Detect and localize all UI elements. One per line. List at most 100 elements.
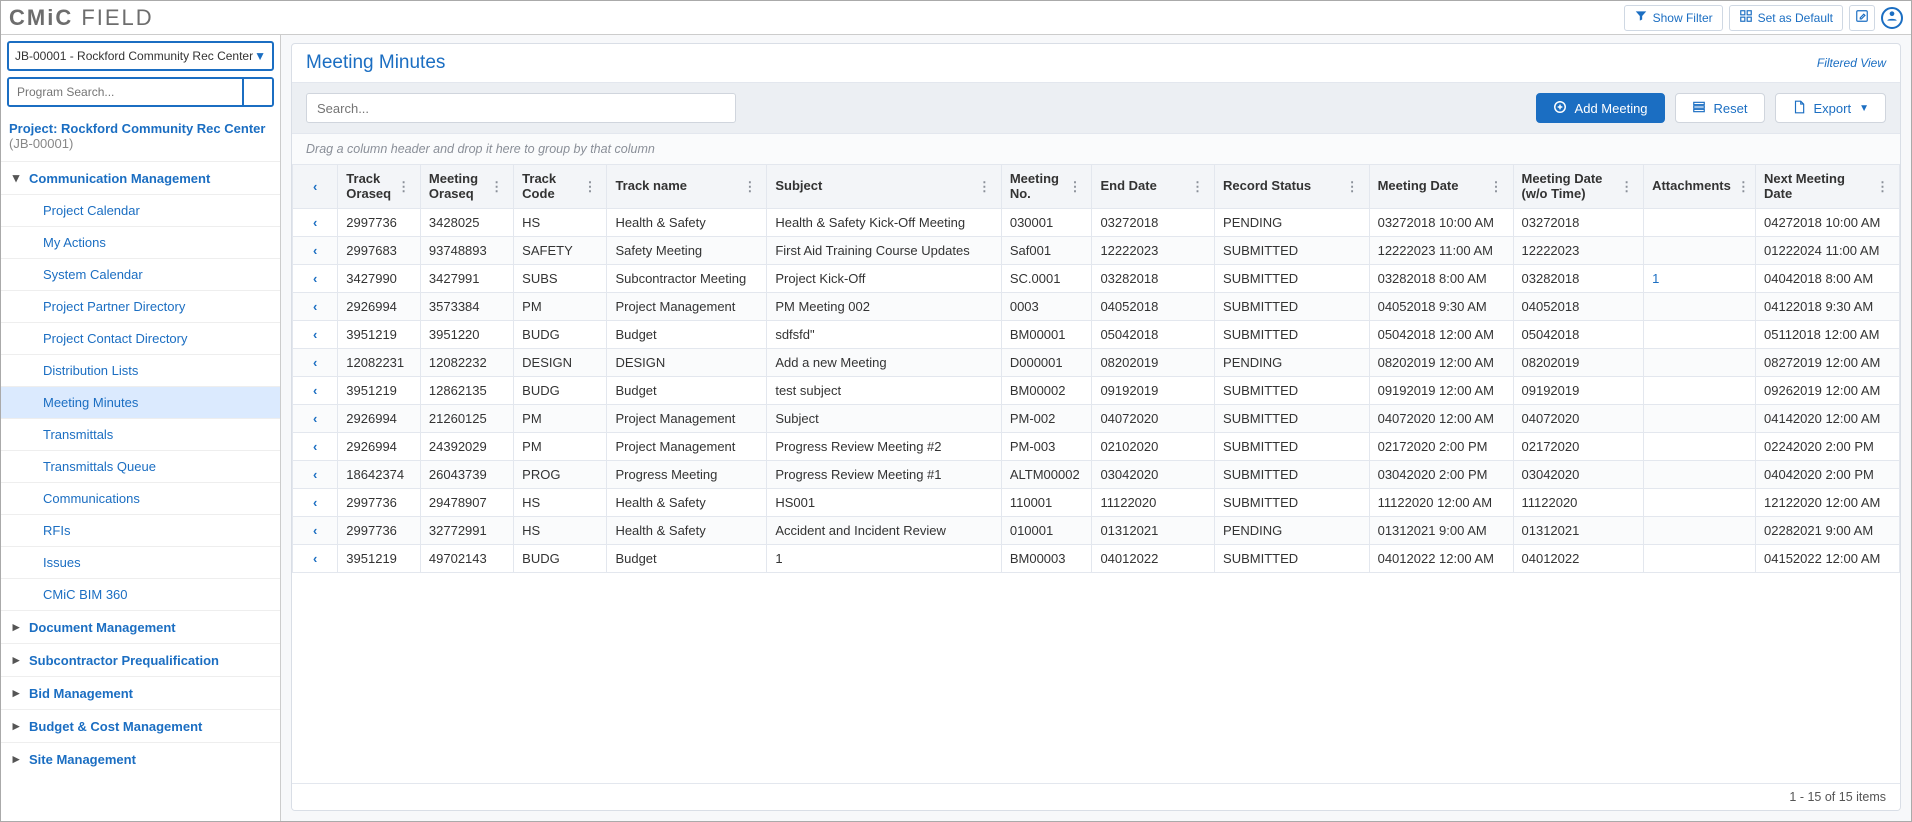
column-header[interactable]: Meeting Date (w/o Time)⋮ [1513, 165, 1644, 209]
export-icon [1792, 100, 1806, 117]
cell-end_date: 02102020 [1092, 433, 1215, 461]
expander-header[interactable]: ‹ [293, 165, 338, 209]
sidebar-item[interactable]: CMiC BIM 360 [1, 578, 280, 610]
table-row[interactable]: ‹299773629478907HSHealth & SafetyHS00111… [293, 489, 1900, 517]
sidebar-item[interactable]: System Calendar [1, 258, 280, 290]
table-row[interactable]: ‹1864237426043739PROGProgress MeetingPro… [293, 461, 1900, 489]
group-by-hint[interactable]: Drag a column header and drop it here to… [292, 134, 1900, 164]
column-menu-icon[interactable]: ⋮ [1618, 179, 1635, 195]
table-row[interactable]: ‹1208223112082232DESIGNDESIGNAdd a new M… [293, 349, 1900, 377]
sidebar-item[interactable]: RFIs [1, 514, 280, 546]
cell-end_date: 04072020 [1092, 405, 1215, 433]
column-header[interactable]: Record Status⋮ [1215, 165, 1370, 209]
table-row[interactable]: ‹34279903427991SUBSSubcontractor Meeting… [293, 265, 1900, 293]
grid-icon [1739, 9, 1753, 26]
reset-button[interactable]: Reset [1675, 93, 1765, 123]
export-button[interactable]: Export ▼ [1775, 93, 1886, 123]
cell-subject: sdfsfd" [767, 321, 1002, 349]
chevron-left-icon[interactable]: ‹ [313, 411, 317, 426]
chevron-left-icon[interactable]: ‹ [313, 495, 317, 510]
chevron-left-icon[interactable]: ‹ [313, 299, 317, 314]
sidebar-item[interactable]: Distribution Lists [1, 354, 280, 386]
sidebar-item[interactable]: Meeting Minutes [1, 386, 280, 418]
program-search-input[interactable] [9, 79, 242, 105]
program-search-settings-button[interactable] [242, 79, 272, 105]
cell-track_code: PM [514, 433, 607, 461]
table-row[interactable]: ‹292699424392029PMProject ManagementProg… [293, 433, 1900, 461]
column-header[interactable]: Next Meeting Date⋮ [1756, 165, 1900, 209]
cell-meeting_oraseq: 49702143 [420, 545, 513, 573]
project-select[interactable]: JB-00001 - Rockford Community Rec Center… [7, 41, 274, 71]
column-menu-icon[interactable]: ⋮ [1066, 179, 1083, 195]
table-row[interactable]: ‹292699421260125PMProject ManagementSubj… [293, 405, 1900, 433]
column-header-label: Meeting Oraseq [429, 172, 484, 202]
table-row[interactable]: ‹395121912862135BUDGBudgettest subjectBM… [293, 377, 1900, 405]
chevron-left-icon[interactable]: ‹ [313, 523, 317, 538]
column-menu-icon[interactable]: ⋮ [1488, 179, 1505, 195]
column-menu-icon[interactable]: ⋮ [1344, 179, 1361, 195]
column-menu-icon[interactable]: ⋮ [581, 179, 598, 195]
sidebar-section[interactable]: ▸Subcontractor Prequalification [1, 643, 280, 676]
sidebar-item[interactable]: Project Calendar [1, 194, 280, 226]
sidebar-item[interactable]: Transmittals [1, 418, 280, 450]
show-filter-button[interactable]: Show Filter [1624, 5, 1723, 31]
column-header[interactable]: Track Oraseq⋮ [338, 165, 421, 209]
chevron-left-icon[interactable]: ‹ [313, 551, 317, 566]
column-header[interactable]: Track name⋮ [607, 165, 767, 209]
add-meeting-button[interactable]: Add Meeting [1536, 93, 1665, 123]
column-menu-icon[interactable]: ⋮ [976, 179, 993, 195]
sidebar-item[interactable]: My Actions [1, 226, 280, 258]
sidebar-item[interactable]: Project Contact Directory [1, 322, 280, 354]
table-row[interactable]: ‹395121949702143BUDGBudget1BM00003040120… [293, 545, 1900, 573]
column-header[interactable]: Meeting Date⋮ [1369, 165, 1513, 209]
chevron-left-icon[interactable]: ‹ [313, 215, 317, 230]
column-header[interactable]: Attachments⋮ [1644, 165, 1756, 209]
column-header[interactable]: End Date⋮ [1092, 165, 1215, 209]
sidebar-item[interactable]: Issues [1, 546, 280, 578]
edit-button[interactable] [1849, 5, 1875, 31]
cell-end_date: 03282018 [1092, 265, 1215, 293]
cell-track_name: Health & Safety [607, 489, 767, 517]
sidebar-section[interactable]: ▸Site Management [1, 742, 280, 775]
sidebar-item-label: Project Partner Directory [43, 299, 185, 314]
sidebar-section[interactable]: ▸Bid Management [1, 676, 280, 709]
chevron-left-icon[interactable]: ‹ [313, 467, 317, 482]
chevron-left-icon[interactable]: ‹ [313, 271, 317, 286]
column-header[interactable]: Meeting Oraseq⋮ [420, 165, 513, 209]
triangle-right-icon: ▸ [11, 652, 21, 668]
table-row[interactable]: ‹29269943573384PMProject ManagementPM Me… [293, 293, 1900, 321]
set-default-button[interactable]: Set as Default [1729, 5, 1843, 31]
cell-record_status: SUBMITTED [1215, 489, 1370, 517]
project-breadcrumb[interactable]: Project: Rockford Community Rec Center (… [1, 113, 280, 161]
column-menu-icon[interactable]: ⋮ [395, 179, 412, 195]
chevron-left-icon[interactable]: ‹ [313, 383, 317, 398]
chevron-left-icon[interactable]: ‹ [313, 439, 317, 454]
sidebar-section[interactable]: ▸Budget & Cost Management [1, 709, 280, 742]
sidebar-section[interactable]: ▾Communication Management [1, 161, 280, 194]
column-menu-icon[interactable]: ⋮ [1189, 179, 1206, 195]
column-header[interactable]: Track Code⋮ [514, 165, 607, 209]
chevron-left-icon[interactable]: ‹ [313, 355, 317, 370]
cell-attachments[interactable]: 1 [1644, 265, 1756, 293]
chevron-left-icon[interactable]: ‹ [313, 243, 317, 258]
user-menu-button[interactable] [1881, 7, 1903, 29]
cell-track_code: BUDG [514, 377, 607, 405]
sidebar-item[interactable]: Project Partner Directory [1, 290, 280, 322]
sidebar-section[interactable]: ▸Document Management [1, 610, 280, 643]
column-menu-icon[interactable]: ⋮ [1735, 179, 1752, 195]
sidebar-item[interactable]: Transmittals Queue [1, 450, 280, 482]
table-row[interactable]: ‹299773632772991HSHealth & SafetyAcciden… [293, 517, 1900, 545]
filtered-view-label[interactable]: Filtered View [1817, 56, 1886, 70]
table-row[interactable]: ‹39512193951220BUDGBudgetsdfsfd"BM000010… [293, 321, 1900, 349]
column-menu-icon[interactable]: ⋮ [741, 179, 758, 195]
grid-scroll[interactable]: ‹Track Oraseq⋮Meeting Oraseq⋮Track Code⋮… [292, 164, 1900, 783]
table-row[interactable]: ‹299768393748893SAFETYSafety MeetingFirs… [293, 237, 1900, 265]
column-header[interactable]: Subject⋮ [767, 165, 1002, 209]
column-header[interactable]: Meeting No.⋮ [1001, 165, 1092, 209]
chevron-left-icon[interactable]: ‹ [313, 327, 317, 342]
column-menu-icon[interactable]: ⋮ [488, 179, 505, 195]
table-row[interactable]: ‹29977363428025HSHealth & SafetyHealth &… [293, 209, 1900, 237]
column-menu-icon[interactable]: ⋮ [1874, 179, 1891, 195]
sidebar-item[interactable]: Communications [1, 482, 280, 514]
grid-search-input[interactable] [306, 93, 736, 123]
